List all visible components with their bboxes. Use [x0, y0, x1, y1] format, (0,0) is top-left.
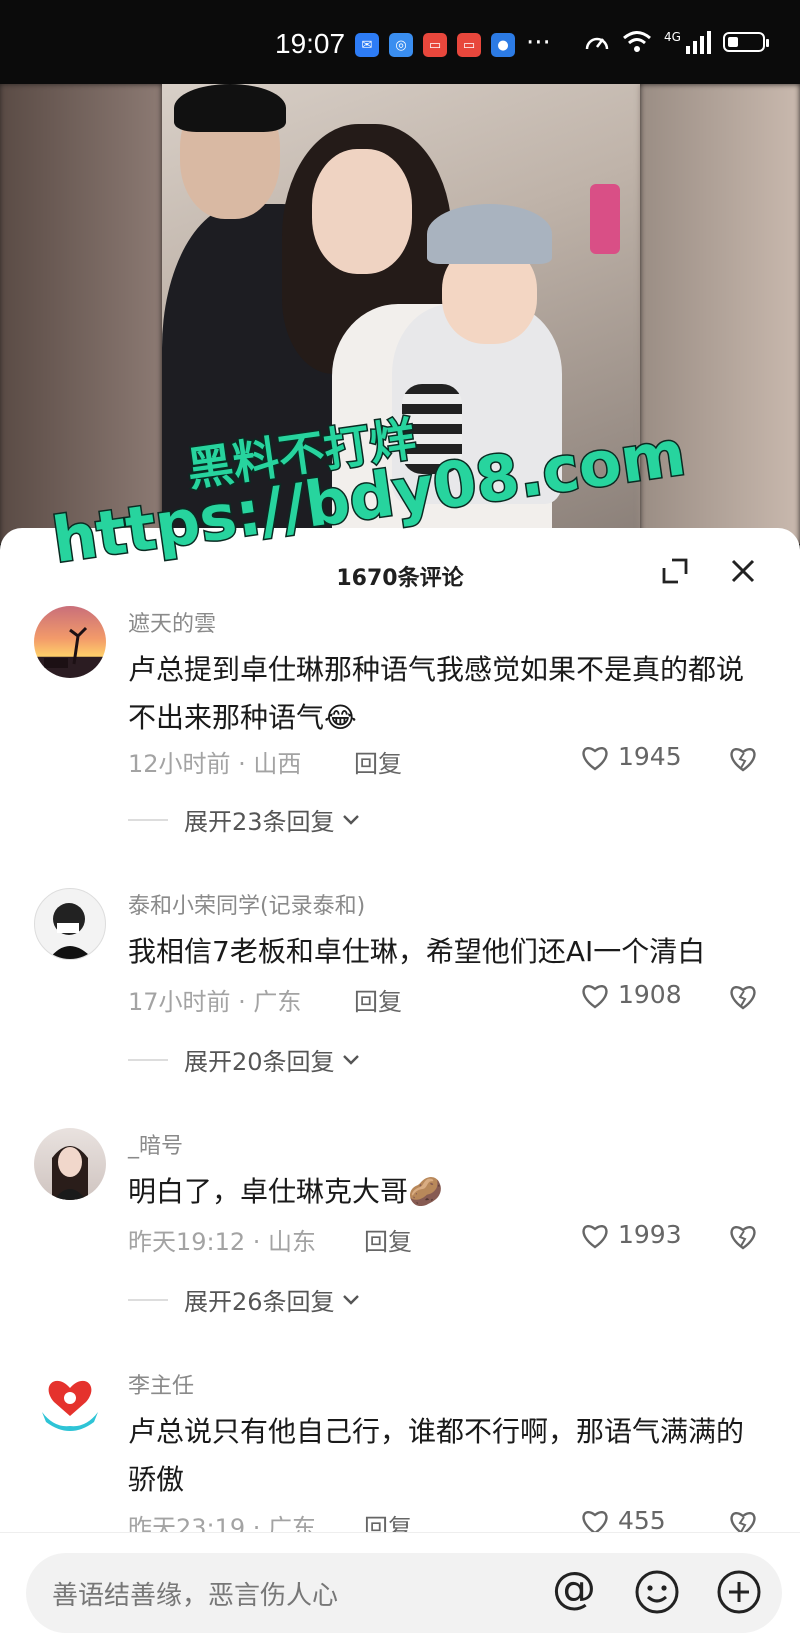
- chevron-down-icon: [342, 1054, 359, 1065]
- comment-item: 遮天的雲 卢总提到卓仕琳那种语气我感觉如果不是真的都说不出来那种语气😂 12小时…: [0, 606, 800, 856]
- avatar[interactable]: [34, 888, 106, 960]
- close-icon[interactable]: [728, 556, 758, 586]
- like-count: 1993: [618, 1220, 682, 1249]
- expand-replies-label: 展开20条回复: [184, 1048, 335, 1076]
- add-icon[interactable]: [716, 1569, 762, 1615]
- expand-icon[interactable]: [660, 556, 690, 586]
- reply-button[interactable]: 回复: [364, 1222, 412, 1257]
- expand-replies-button[interactable]: 展开26条回复: [128, 1282, 361, 1317]
- heart-icon: [582, 1224, 608, 1248]
- comment-text: 卢总说只有他自己行，谁都不行啊，那语气满满的骄傲: [128, 1415, 745, 1496]
- comment-text: 我相信7老板和卓仕琳，希望他们还AI一个清白: [128, 935, 706, 968]
- emoji-icon[interactable]: [634, 1569, 680, 1615]
- dislike-icon[interactable]: [728, 744, 758, 772]
- comment-input[interactable]: 善语结善缘，恶言伤人心 @: [26, 1553, 782, 1633]
- comment-meta: 昨天19:12 · 山东: [128, 1228, 317, 1256]
- avatar[interactable]: [34, 606, 106, 678]
- network-type: 4G: [664, 30, 681, 44]
- status-time: 19:07: [275, 28, 346, 59]
- dislike-icon[interactable]: [728, 1222, 758, 1250]
- comment-username[interactable]: 泰和小荣同学(记录泰和): [128, 888, 365, 920]
- comment-input-placeholder: 善语结善缘，恶言伤人心: [52, 1581, 339, 1611]
- avatar[interactable]: [34, 1128, 106, 1200]
- dislike-icon[interactable]: [728, 982, 758, 1010]
- mention-button[interactable]: @: [552, 1563, 596, 1614]
- comment-item: 泰和小荣同学(记录泰和) 我相信7老板和卓仕琳，希望他们还AI一个清白 17小时…: [0, 888, 800, 1088]
- comments-sheet: 1670条评论 遮天的雲 卢总提到卓仕琳那种语气我感觉如果不是真的都说不出来那种…: [0, 528, 800, 1648]
- like-button[interactable]: 1908: [580, 980, 682, 1009]
- like-count: 455: [618, 1506, 666, 1535]
- speed-gauge-icon: [585, 37, 609, 50]
- wifi-icon: [623, 31, 651, 52]
- heart-icon: [582, 746, 608, 770]
- comment-meta: 17小时前 · 广东: [128, 988, 302, 1016]
- comment-username[interactable]: _暗号: [128, 1128, 183, 1160]
- battery-icon: [722, 32, 769, 52]
- notification-icons: ✉ ◎ ▭ ▭ ●: [355, 33, 515, 57]
- hotspot-app-icon: ◎: [389, 33, 413, 57]
- comment-text: 明白了，卓仕琳克大哥🥔: [128, 1175, 443, 1208]
- avatar[interactable]: [34, 1368, 106, 1440]
- chevron-down-icon: [342, 814, 359, 825]
- chevron-down-icon: [342, 1294, 359, 1305]
- expand-replies-button[interactable]: 展开23条回复: [128, 802, 361, 837]
- status-bar: 19:07 ✉ ◎ ▭ ▭ ● ··· 4G: [0, 0, 800, 84]
- reply-button[interactable]: 回复: [354, 982, 402, 1017]
- comment-meta: 12小时前 · 山西: [128, 750, 302, 778]
- like-count: 1908: [618, 980, 682, 1009]
- video-blur-left: [0, 84, 162, 544]
- comment-item: _暗号 明白了，卓仕琳克大哥🥔 昨天19:12 · 山东 回复 1993 展开2…: [0, 1128, 800, 1328]
- comment-text: 卢总提到卓仕琳那种语气我感觉如果不是真的都说不出来那种语气😂: [128, 653, 745, 734]
- mall-app-icon: ▭: [423, 33, 447, 57]
- comment-input-bar: 善语结善缘，恶言伤人心 @: [0, 1532, 800, 1649]
- expand-replies-button[interactable]: 展开20条回复: [128, 1042, 361, 1077]
- reply-button[interactable]: 回复: [354, 744, 402, 779]
- mall-app-icon-2: ▭: [457, 33, 481, 57]
- comment-item: 李主任 卢总说只有他自己行，谁都不行啊，那语气满满的骄傲 昨天23:19 · 广…: [0, 1368, 800, 1548]
- heart-icon: [582, 1510, 608, 1534]
- like-button[interactable]: 455: [580, 1506, 666, 1535]
- chat-app-icon: ✉: [355, 33, 379, 57]
- like-count: 1945: [618, 742, 682, 771]
- heart-icon: [582, 984, 608, 1008]
- comment-username[interactable]: 李主任: [128, 1368, 194, 1400]
- system-status: 4G: [584, 30, 769, 54]
- expand-replies-label: 展开26条回复: [184, 1288, 335, 1316]
- signal-icon: [685, 31, 711, 54]
- like-button[interactable]: 1993: [580, 1220, 682, 1249]
- like-button[interactable]: 1945: [580, 742, 682, 771]
- comment-username[interactable]: 遮天的雲: [128, 606, 216, 638]
- more-notifications-icon: ···: [526, 28, 551, 58]
- expand-replies-label: 展开23条回复: [184, 808, 335, 836]
- browser-app-icon: ●: [491, 33, 515, 57]
